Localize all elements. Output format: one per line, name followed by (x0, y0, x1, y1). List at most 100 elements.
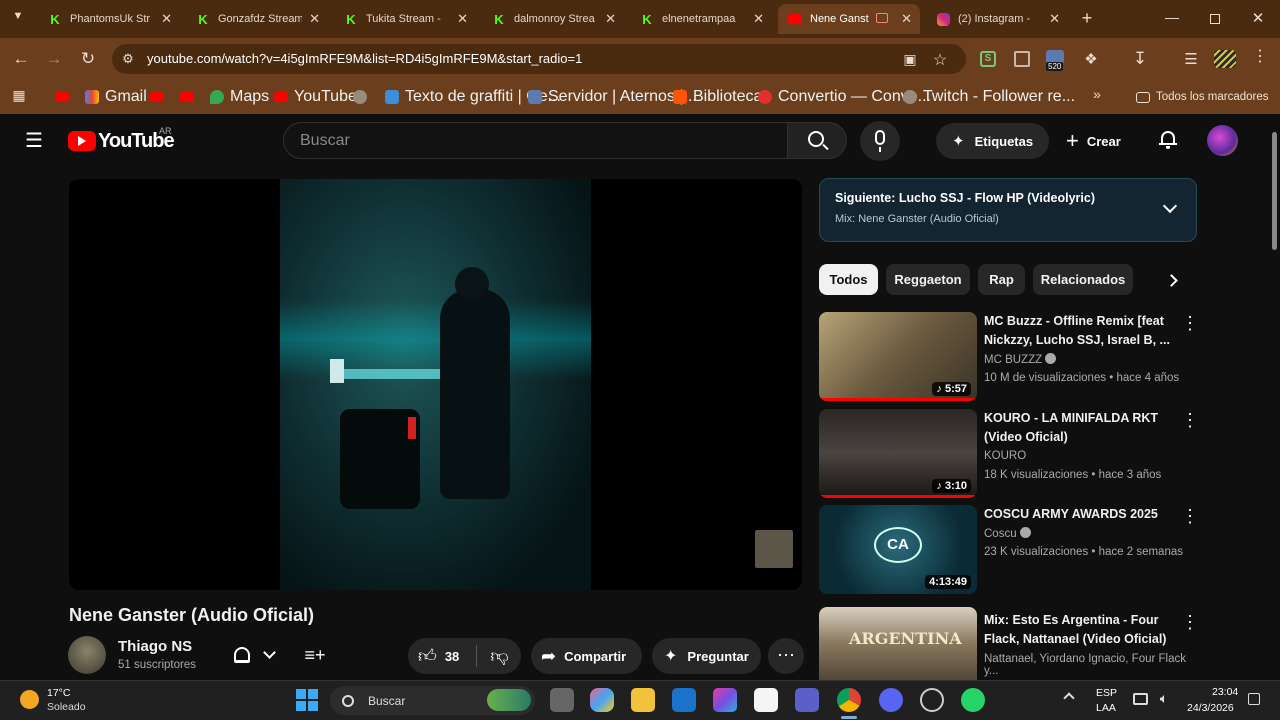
bookmark-star-icon[interactable]: ☆ (932, 50, 948, 70)
app-circle-icon[interactable] (920, 688, 944, 712)
bookmarks-overflow-icon[interactable]: » (1090, 86, 1104, 102)
page-scrollbar[interactable] (1268, 114, 1280, 680)
whatsapp-icon[interactable] (961, 688, 985, 712)
clock-date[interactable]: 24/3/2026 (1187, 702, 1234, 714)
recommendation-title[interactable]: KOURO - LA MINIFALDA RKT (Video Oficial) (984, 409, 1179, 447)
back-arrow-icon[interactable]: ← (12, 49, 30, 69)
close-icon[interactable]: ✕ (309, 11, 320, 27)
maximize-icon[interactable] (1210, 14, 1220, 24)
minimize-icon[interactable]: — (1164, 9, 1180, 25)
search-input[interactable]: Buscar (283, 122, 788, 159)
forward-arrow-icon[interactable]: → (45, 49, 63, 69)
reload-icon[interactable]: ↻ (79, 49, 97, 69)
site-settings-icon[interactable]: ⚙ (120, 51, 136, 67)
language-layout[interactable]: LAA (1096, 702, 1116, 714)
more-vertical-icon[interactable]: ⋮ (1181, 613, 1197, 633)
bookmark-youtube-1[interactable] (55, 87, 75, 107)
copilot-icon[interactable] (590, 688, 614, 712)
recommendation-item[interactable]: ♪ 5:57 MC Buzzz - Offline Remix [feat Ni… (819, 312, 1199, 404)
dislike-button[interactable]: 👎︎ (478, 638, 521, 674)
more-actions-button[interactable]: ⋯ (768, 638, 804, 674)
microsoft-365-icon[interactable] (713, 688, 737, 712)
hamburger-menu-icon[interactable]: ☰ (24, 128, 44, 153)
audio-playing-icon[interactable] (876, 13, 888, 23)
taskbar-search[interactable]: Buscar (330, 686, 535, 715)
install-app-icon[interactable]: ▣ (902, 51, 918, 68)
voice-search-button[interactable] (860, 121, 900, 161)
notifications-bell-icon[interactable] (1159, 130, 1177, 149)
tab-gonzafdz[interactable]: K Gonzafdz Stream ✕ (186, 4, 328, 34)
create-button[interactable]: + Crear (1066, 123, 1136, 159)
bookmark-youtube-3[interactable] (180, 87, 200, 107)
chip-rap[interactable]: Rap (978, 264, 1025, 295)
channel-avatar[interactable] (68, 636, 106, 674)
chips-next-chevron-icon[interactable] (1165, 274, 1178, 287)
task-view-icon[interactable] (550, 688, 574, 712)
close-icon[interactable]: ✕ (605, 11, 616, 27)
bookmark-aternos[interactable]: Servidor | Aternos |... (528, 87, 697, 107)
weather-sun-icon[interactable] (20, 690, 39, 709)
more-vertical-icon[interactable]: ⋮ (1181, 314, 1199, 334)
chip-reggaeton[interactable]: Reggaeton (886, 264, 970, 295)
close-icon[interactable]: ✕ (161, 11, 172, 27)
media-control-icon[interactable]: ☰ (1182, 50, 1200, 68)
close-icon[interactable]: ✕ (901, 11, 912, 27)
file-explorer-icon[interactable] (631, 688, 655, 712)
recommendation-title[interactable]: MC Buzzz - Offline Remix [feat Nickzzy, … (984, 312, 1179, 350)
close-icon[interactable]: ✕ (753, 11, 764, 27)
recommendation-item[interactable]: ♪ 3:10 KOURO - LA MINIFALDA RKT (Video O… (819, 409, 1199, 501)
address-url[interactable]: youtube.com/watch?v=4i5gImRFE9M&list=RD4… (147, 51, 582, 66)
more-vertical-icon[interactable]: ⋮ (1181, 507, 1199, 527)
subscribe-bell-button[interactable] (222, 638, 290, 674)
channel-name[interactable]: Thiago NS (118, 638, 192, 655)
tab-nene-ganster[interactable]: Nene Ganst ✕ (778, 4, 920, 34)
notification-center-icon[interactable] (1248, 693, 1260, 705)
video-thumbnail[interactable]: CA 4:13:49 (819, 505, 977, 594)
tags-button[interactable]: ✦ Etiquetas (936, 123, 1049, 159)
new-tab-plus-icon[interactable]: + (1078, 8, 1096, 29)
tab-dalmonroy[interactable]: K dalmonroy Strea ✕ (482, 4, 624, 34)
browser-menu-icon[interactable]: ⋮ (1252, 49, 1268, 65)
language-code[interactable]: ESP (1096, 687, 1117, 699)
bookmark-globe[interactable] (353, 87, 373, 107)
chip-relacionados[interactable]: Relacionados (1033, 264, 1133, 295)
close-icon[interactable]: ✕ (457, 11, 468, 27)
video-thumbnail[interactable]: ♪ 5:57 (819, 312, 977, 401)
bookmark-maps[interactable]: Maps (210, 87, 269, 107)
download-icon[interactable]: ↧ (1131, 49, 1149, 69)
recommendation-title[interactable]: COSCU ARMY AWARDS 2025 (984, 505, 1179, 524)
tab-search-icon[interactable]: ▼ (8, 10, 28, 28)
chrome-icon[interactable] (837, 688, 861, 712)
search-button[interactable] (787, 122, 847, 159)
video-player[interactable] (69, 179, 802, 590)
tab-instagram[interactable]: (2) Instagram - ✕ (926, 4, 1068, 34)
recommendation-item[interactable]: ARGENTINA Mix: Esto Es Argentina - Four … (819, 607, 1197, 680)
extensions-puzzle-icon[interactable]: ❖ (1082, 50, 1100, 68)
apps-grid-icon[interactable]: ▦ (11, 87, 27, 104)
bookmark-youtube[interactable]: YouTube (274, 87, 357, 107)
ask-button[interactable]: ✦ Preguntar (652, 638, 761, 674)
playlist-panel[interactable] (819, 178, 1197, 242)
teams-icon[interactable] (795, 688, 819, 712)
tab-tukita[interactable]: K Tukita Stream - ✕ (334, 4, 476, 34)
all-bookmarks-folder[interactable]: Todos los marcadores (1136, 87, 1269, 107)
video-thumbnail[interactable]: ♪ 3:10 (819, 409, 977, 498)
add-to-playlist-icon[interactable]: ≡+ (304, 645, 326, 666)
extension-s-icon[interactable]: S (980, 51, 996, 67)
recommendation-item[interactable]: CA 4:13:49 COSCU ARMY AWARDS 2025 Coscu … (819, 505, 1199, 597)
close-icon[interactable]: ✕ (1049, 11, 1060, 27)
tab-phantomsuk[interactable]: K PhantomsUk Str ✕ (38, 4, 180, 34)
video-thumbnail[interactable]: ARGENTINA (819, 607, 977, 680)
window-close-icon[interactable]: ✕ (1250, 9, 1266, 27)
tab-elnenetrampaa[interactable]: K elnenetrampaa ✕ (630, 4, 772, 34)
more-vertical-icon[interactable]: ⋮ (1181, 411, 1199, 431)
recommendation-title[interactable]: Mix: Esto Es Argentina - Four Flack, Nat… (984, 611, 1179, 649)
bookmark-twitch[interactable]: Twitch - Follower re... (903, 87, 1075, 107)
discord-icon[interactable] (879, 688, 903, 712)
extension-grid-icon[interactable] (1014, 51, 1030, 67)
like-button[interactable]: 👍︎ 38 (408, 638, 476, 674)
microsoft-store-icon[interactable] (754, 688, 778, 712)
volume-icon[interactable]: 🔈︎ (1155, 690, 1173, 707)
share-button[interactable]: ➦ Compartir (531, 638, 642, 674)
windows-start-icon[interactable] (296, 689, 318, 711)
